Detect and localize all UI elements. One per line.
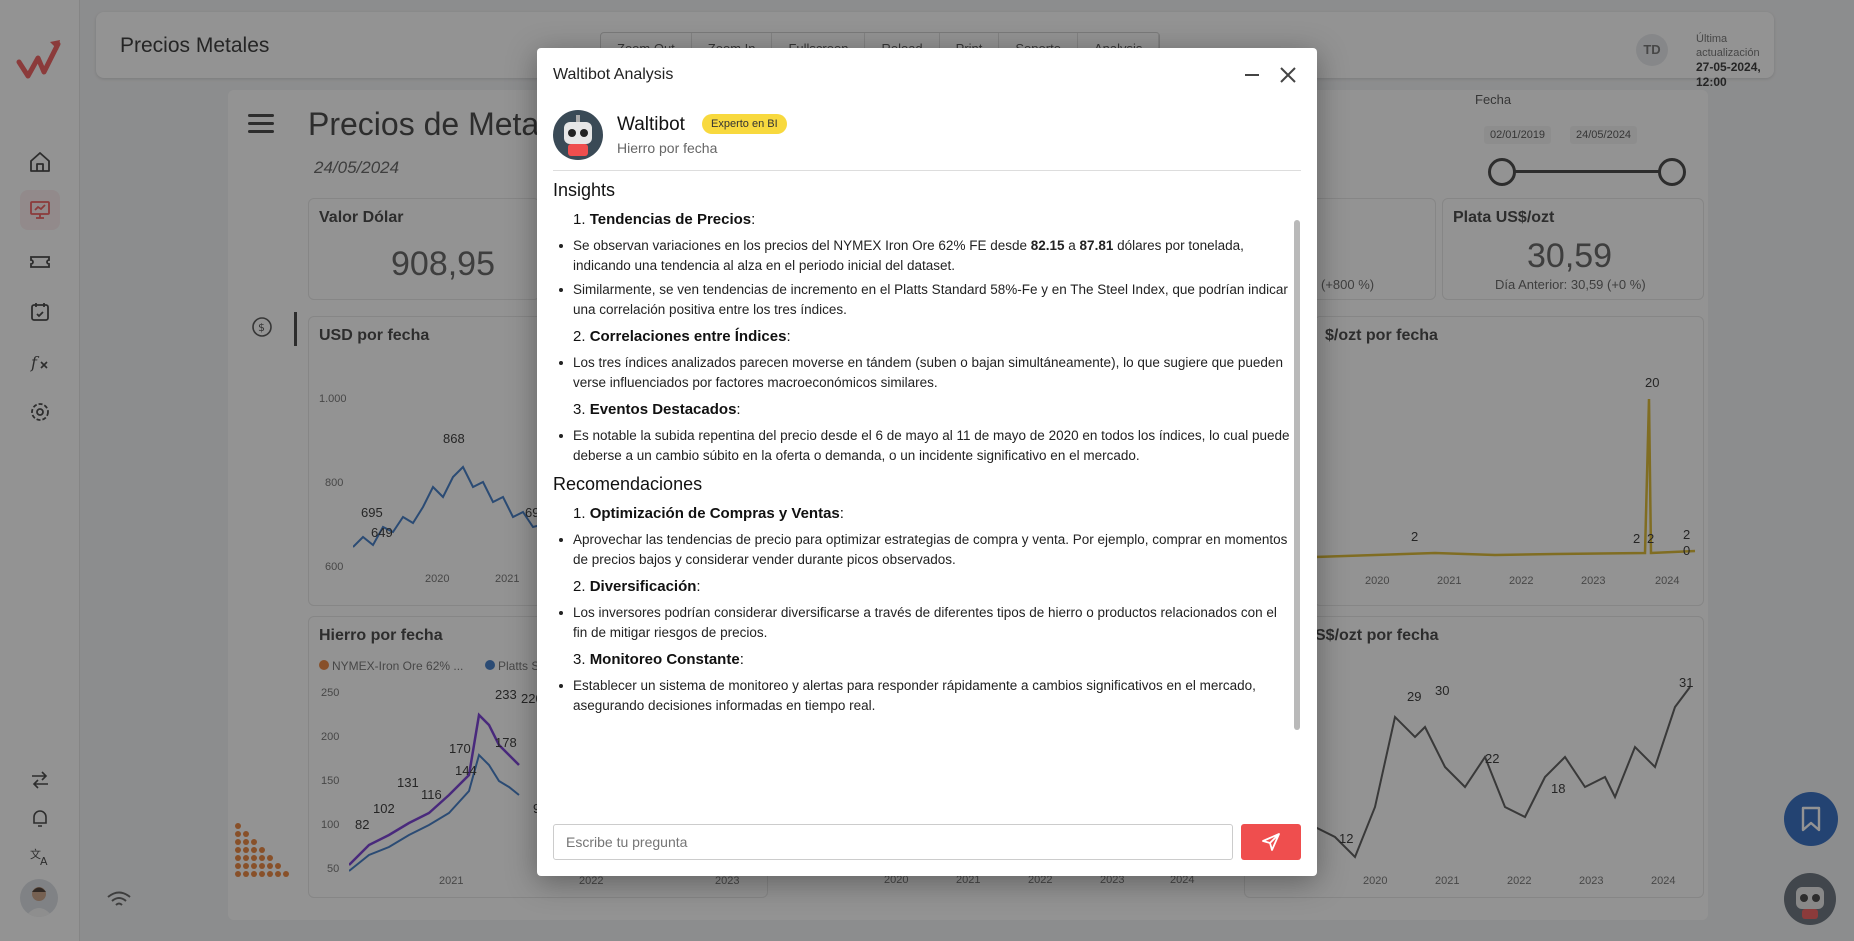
insight-item: 3. Eventos Destacados: [573, 401, 741, 418]
modal-title: Waltibot Analysis [553, 66, 674, 83]
rec-item: 2. Diversificación: [573, 578, 701, 595]
rec-bullet: Aprovechar las tendencias de precio para… [559, 530, 1293, 570]
modal-divider [553, 170, 1301, 171]
waltibot-avatar [553, 110, 603, 160]
recommendations-heading: Recomendaciones [553, 474, 703, 494]
insight-bullet: Los tres índices analizados parecen move… [559, 353, 1293, 393]
close-icon[interactable] [1277, 64, 1299, 86]
modal-scrollbar[interactable] [1294, 220, 1300, 730]
send-button[interactable] [1241, 824, 1301, 860]
rec-bullet: Los inversores podrían considerar divers… [559, 603, 1293, 643]
insight-bullet: Similarmente, se ven tendencias de incre… [559, 280, 1293, 320]
insight-title: Correlaciones entre Índices [589, 328, 787, 345]
insight-bullet: Es notable la subida repentina del preci… [559, 426, 1293, 466]
insight-item: 1. Tendencias de Precios: [573, 211, 756, 228]
rec-item: 1. Optimización de Compras y Ventas: [573, 505, 844, 522]
rec-title: Optimización de Compras y Ventas [589, 505, 840, 522]
bot-badge: Experto en BI [702, 114, 787, 134]
insights-heading: Insights [553, 180, 616, 200]
send-icon [1262, 833, 1280, 851]
insight-title: Eventos Destacados [589, 401, 737, 418]
rec-title: Monitoreo Constante [589, 651, 740, 668]
minimize-icon[interactable] [1241, 64, 1263, 86]
rec-title: Diversificación [589, 578, 697, 595]
bot-name: Waltibot [617, 114, 685, 135]
insight-bullet: Se observan variaciones en los precios d… [559, 236, 1293, 276]
insight-title: Tendencias de Precios [589, 211, 752, 228]
analysis-modal: Waltibot Analysis Waltibot Experto en BI… [537, 48, 1317, 876]
modal-content[interactable]: Insights 1. Tendencias de Precios: Se ob… [553, 178, 1293, 858]
bot-subtitle: Hierro por fecha [617, 140, 718, 156]
insight-item: 2. Correlaciones entre Índices: [573, 328, 791, 345]
rec-bullet: Establecer un sistema de monitoreo y ale… [559, 676, 1293, 716]
rec-item: 3. Monitoreo Constante: [573, 651, 744, 668]
question-input[interactable] [553, 824, 1233, 860]
